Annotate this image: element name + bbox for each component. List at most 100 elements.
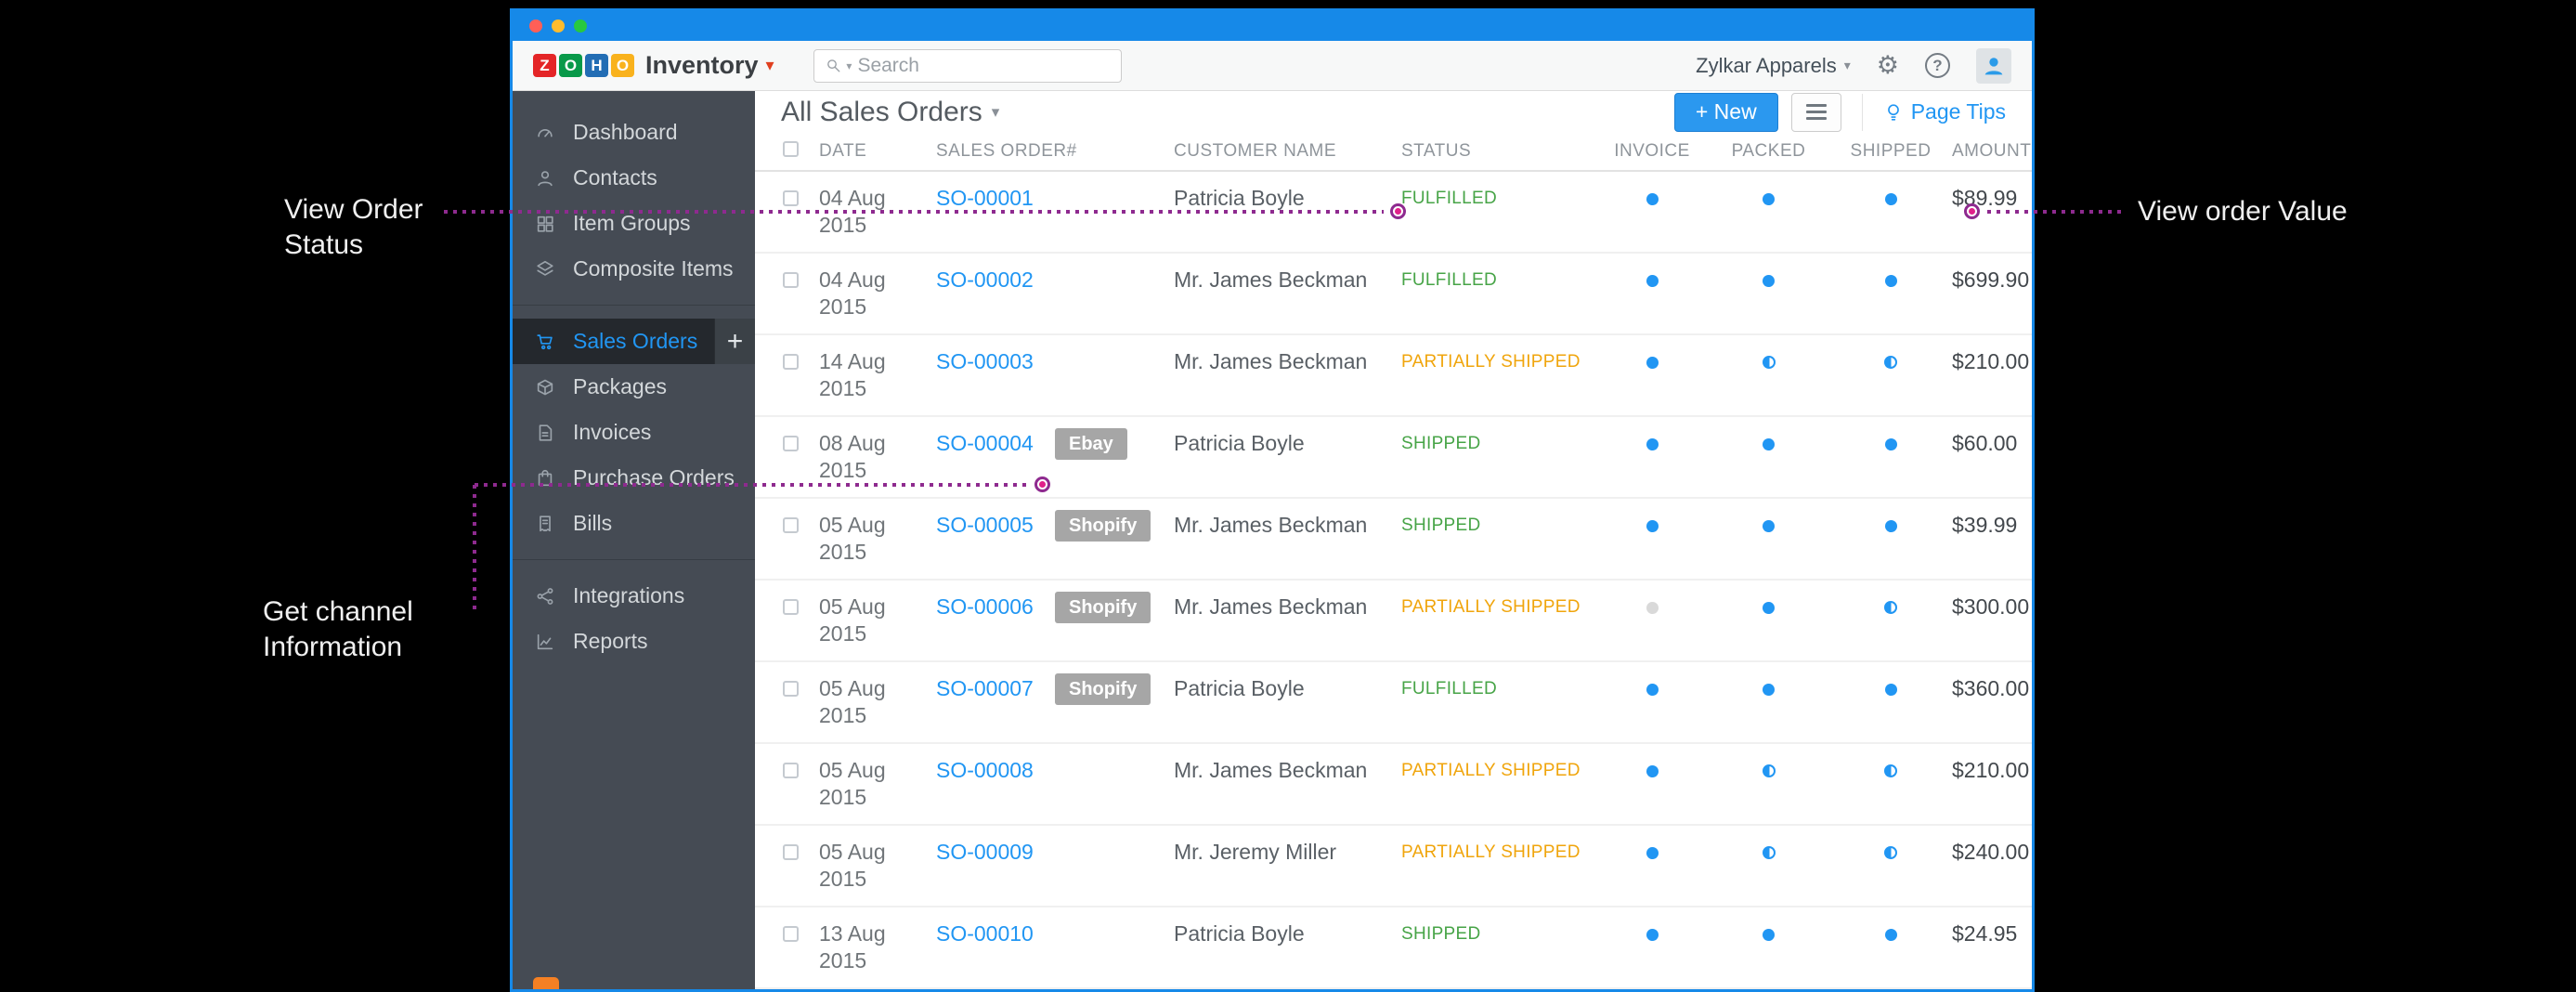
table-row[interactable]: 05 Aug 2015 SO-00007 Patricia Boyle FULF… <box>755 662 2032 744</box>
product-switcher-caret-icon[interactable] <box>766 56 774 75</box>
column-header-date[interactable]: DATE <box>819 141 936 162</box>
channel-badge: Ebay <box>1055 428 1127 460</box>
invoice-status-dot <box>1646 765 1659 777</box>
customer-name: Patricia Boyle <box>1174 920 1401 947</box>
close-window-button[interactable] <box>529 20 542 33</box>
invoice-status-cell <box>1596 512 1708 539</box>
invoice-status-cell <box>1596 757 1708 784</box>
chat-widget[interactable] <box>533 977 559 989</box>
shipped-status-cell <box>1829 348 1952 375</box>
sidebar-item-label: Invoices <box>573 420 651 445</box>
order-status: SHIPPED <box>1401 430 1596 457</box>
row-checkbox[interactable] <box>783 190 799 206</box>
sidebar-item-invoices[interactable]: Invoices <box>513 410 755 455</box>
row-checkbox[interactable] <box>783 681 799 697</box>
table-row[interactable]: 05 Aug 2015 SO-00006 Mr. James Beckman P… <box>755 581 2032 662</box>
column-header-shipped[interactable]: SHIPPED <box>1829 141 1952 162</box>
row-checkbox[interactable] <box>783 926 799 942</box>
invoice-status-dot <box>1646 357 1659 369</box>
order-amount: $360.00 <box>1952 675 2029 702</box>
org-switcher[interactable]: Zylkar Apparels <box>1696 54 1851 78</box>
invoice-status-dot <box>1646 929 1659 941</box>
sidebar-item-purchase-orders[interactable]: Purchase Orders <box>513 455 755 501</box>
bills-icon <box>535 514 559 534</box>
column-header-amount[interactable]: AMOUNT <box>1952 141 2031 162</box>
column-header-sales-order[interactable]: SALES ORDER# <box>936 141 1174 162</box>
row-checkbox[interactable] <box>783 272 799 288</box>
search-box[interactable] <box>813 49 1122 83</box>
search-scope-caret-icon[interactable] <box>846 59 852 72</box>
header-divider <box>1862 94 1863 131</box>
row-checkbox[interactable] <box>783 763 799 778</box>
help-icon[interactable] <box>1925 53 1950 78</box>
new-sales-order-button[interactable]: + New <box>1674 93 1778 132</box>
packed-status-dot <box>1763 929 1775 941</box>
sidebar-item-composite-items[interactable]: Composite Items <box>513 246 755 292</box>
annotation-view-order-status-text: View Order Status <box>284 192 423 263</box>
person-icon <box>1981 53 2007 79</box>
table-row[interactable]: 05 Aug 2015 SO-00008 Mr. James Beckman P… <box>755 744 2032 826</box>
sales-order-link[interactable]: SO-00001 <box>936 185 1174 212</box>
search-icon <box>826 57 841 74</box>
table-row[interactable]: 04 Aug 2015 SO-00002 Mr. James Beckman F… <box>755 254 2032 335</box>
sales-order-link[interactable]: SO-00003 <box>936 348 1174 375</box>
invoice-status-cell <box>1596 839 1708 866</box>
sidebar-item-reports[interactable]: Reports <box>513 619 755 664</box>
sales-orders-icon <box>535 332 559 352</box>
annotation-status-marker <box>1390 203 1406 219</box>
order-amount: $24.95 <box>1952 920 2017 947</box>
minimize-window-button[interactable] <box>552 20 565 33</box>
annotation-status-dotted-line <box>444 210 1384 214</box>
sidebar-item-item-groups[interactable]: Item Groups <box>513 201 755 246</box>
sales-order-link[interactable]: SO-00009 <box>936 839 1174 866</box>
sales-order-link[interactable]: SO-00008 <box>936 757 1174 784</box>
zoom-window-button[interactable] <box>574 20 587 33</box>
order-amount: $60.00 <box>1952 430 2017 457</box>
column-header-invoice[interactable]: INVOICE <box>1596 141 1708 162</box>
table-row[interactable]: 13 Aug 2015 SO-00010 Patricia Boyle SHIP… <box>755 907 2032 989</box>
search-input[interactable] <box>857 55 1109 77</box>
column-header-packed[interactable]: PACKED <box>1708 141 1829 162</box>
row-checkbox[interactable] <box>783 599 799 615</box>
sidebar-item-bills[interactable]: Bills <box>513 501 755 546</box>
sales-order-link[interactable]: SO-00010 <box>936 920 1174 947</box>
column-header-status[interactable]: STATUS <box>1401 141 1596 162</box>
view-selector-caret-icon <box>992 103 1000 122</box>
row-checkbox[interactable] <box>783 354 799 370</box>
table-row[interactable]: 05 Aug 2015 SO-00009 Mr. Jeremy Miller P… <box>755 826 2032 907</box>
row-checkbox[interactable] <box>783 517 799 533</box>
org-name: Zylkar Apparels <box>1696 54 1837 78</box>
table-row[interactable]: 14 Aug 2015 SO-00003 Mr. James Beckman P… <box>755 335 2032 417</box>
page-tips-button[interactable]: Page Tips <box>1883 99 2006 124</box>
table-row[interactable]: 05 Aug 2015 SO-00005 Mr. James Beckman S… <box>755 499 2032 581</box>
select-all-checkbox[interactable] <box>783 141 799 157</box>
page-tips-label: Page Tips <box>1911 99 2006 124</box>
row-checkbox[interactable] <box>783 844 799 860</box>
sidebar-item-dashboard[interactable]: Dashboard <box>513 110 755 155</box>
order-status: PARTIALLY SHIPPED <box>1401 839 1596 866</box>
table-rows: 04 Aug 2015 SO-00001 Patricia Boyle FULF… <box>755 172 2032 989</box>
sidebar-item-packages[interactable]: Packages <box>513 364 755 410</box>
order-date: 14 Aug 2015 <box>819 348 936 402</box>
add-sales-order-button[interactable]: + <box>714 319 755 364</box>
packed-status-dot <box>1763 764 1776 777</box>
column-header-customer-name[interactable]: CUSTOMER NAME <box>1174 141 1401 162</box>
logo-letter: O <box>559 54 582 77</box>
customer-name: Patricia Boyle <box>1174 675 1401 702</box>
view-selector[interactable]: All Sales Orders <box>781 97 999 128</box>
table-header: DATE SALES ORDER# CUSTOMER NAME STATUS I… <box>755 133 2032 172</box>
sidebar-item-contacts[interactable]: Contacts <box>513 155 755 201</box>
settings-gear-icon[interactable] <box>1877 53 1899 78</box>
packed-status-cell <box>1708 430 1829 457</box>
sidebar-item-sales-orders[interactable]: Sales Orders + <box>513 319 755 364</box>
user-avatar[interactable] <box>1976 48 2011 84</box>
product-name: Inventory <box>645 51 759 80</box>
app-body: Dashboard Contacts Item Groups Composite… <box>513 91 2032 989</box>
row-checkbox[interactable] <box>783 436 799 451</box>
sales-orders-table: DATE SALES ORDER# CUSTOMER NAME STATUS I… <box>755 133 2032 989</box>
row-checkbox-cell <box>783 757 819 785</box>
list-menu-button[interactable] <box>1791 93 1841 132</box>
sidebar-item-integrations[interactable]: Integrations <box>513 573 755 619</box>
order-date: 05 Aug 2015 <box>819 512 936 566</box>
sales-order-link[interactable]: SO-00002 <box>936 267 1174 294</box>
